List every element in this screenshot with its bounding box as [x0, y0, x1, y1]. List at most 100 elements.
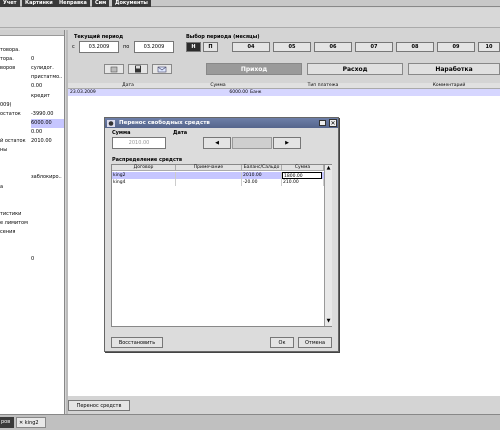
table-row[interactable]: king2 2010.00 1800.00	[112, 172, 324, 179]
period-mode-n-button[interactable]: Н	[186, 42, 201, 52]
list-item-label: сения	[0, 229, 16, 235]
table-row[interactable]: 23.03.2009 6000.00 Банк	[68, 89, 500, 96]
ok-button[interactable]: Ок	[270, 337, 294, 348]
row-sum[interactable]: 210.00	[282, 179, 324, 186]
list-item-value: 0.00	[31, 83, 43, 90]
menu-item-1[interactable]: Картинки	[22, 0, 56, 7]
list-item[interactable]: а	[0, 183, 64, 192]
tab-accrual[interactable]: Наработка	[408, 63, 500, 75]
list-item[interactable]: 0.00	[0, 128, 64, 137]
row-contract: king2	[112, 172, 176, 179]
list-item[interactable]: товора.	[0, 46, 64, 55]
sum-field[interactable]: 2010.00	[112, 137, 166, 149]
list-item-label: воров	[0, 65, 16, 72]
col-header-balance[interactable]: Баланс/Сальдо	[242, 165, 282, 171]
taskbar-left-item[interactable]: ров	[0, 417, 14, 428]
transfer-funds-button[interactable]: Перенос средств	[68, 400, 130, 411]
list-item-value: 6000.00	[31, 118, 64, 128]
month-07-button[interactable]: 07	[355, 42, 393, 52]
month-09-button[interactable]: 09	[437, 42, 475, 52]
list-item-value: сулидог.	[31, 65, 54, 72]
list-item-value: пристатмо..	[31, 74, 63, 81]
distribution-table: Договор Примечание Баланс/Сальдо Сумма k…	[111, 164, 332, 327]
list-item[interactable]: кредит	[0, 92, 64, 101]
row-sum-input[interactable]: 1800.00	[282, 172, 322, 179]
col-header-contract[interactable]: Договор	[112, 165, 176, 171]
restore-button[interactable]: Восстановить	[111, 337, 163, 348]
list-item[interactable]	[0, 155, 64, 164]
list-item-value: кредит	[31, 92, 50, 99]
period-to-prefix: по	[123, 44, 130, 50]
col-header-note[interactable]: Примечание	[176, 165, 242, 171]
eraser-icon	[110, 66, 118, 72]
left-info-panel: товора. тора. 0 воров сулидог. пристатмо.. 0.0…	[0, 30, 65, 414]
date-next-button[interactable]: ▶	[273, 137, 301, 149]
list-item[interactable]	[0, 201, 64, 210]
cancel-button[interactable]: Отмена	[298, 337, 332, 348]
taskbar: ров ✕ king2	[0, 414, 500, 430]
list-item[interactable]: заблокиро..	[0, 173, 64, 182]
list-item[interactable]: 009)	[0, 101, 64, 110]
list-item-value: 2010.00	[31, 138, 52, 144]
month-04-button[interactable]: 04	[232, 42, 270, 52]
list-item[interactable]: пристатмо..	[0, 73, 64, 82]
period-mode-p-button[interactable]: П	[203, 42, 218, 52]
row-contract: king4	[112, 179, 176, 186]
list-item[interactable]: сения	[0, 228, 64, 237]
list-item[interactable]: воров сулидог.	[0, 64, 64, 73]
dialog-close-icon[interactable]: ✕	[329, 119, 337, 127]
tab-income[interactable]: Приход	[206, 63, 302, 75]
list-item[interactable]: ны	[0, 146, 64, 155]
dialog-title: Перенос свободных средств	[119, 120, 210, 126]
period-select-label: Выбор периода (месяцы)	[186, 34, 260, 40]
maximize-icon[interactable]	[319, 120, 326, 126]
date-prev-button[interactable]: ◀	[203, 137, 231, 149]
dialog-title-bar[interactable]: Перенос свободных средств	[105, 118, 338, 128]
list-item[interactable]: тистики	[0, 210, 64, 219]
message-button[interactable]	[152, 64, 172, 74]
edit-button[interactable]	[104, 64, 124, 74]
table-scrollbar[interactable]: ▲ ▼	[324, 165, 332, 326]
grid-cell-sum: 6000.00	[229, 90, 248, 95]
list-item[interactable]: 6000.00	[0, 118, 64, 128]
month-10-button[interactable]: 10	[478, 42, 500, 52]
tab-expense[interactable]: Расход	[307, 63, 403, 75]
list-item-label: тистики	[0, 210, 22, 217]
list-item[interactable]	[0, 164, 64, 173]
list-item-value: заблокиро..	[31, 174, 62, 181]
close-icon[interactable]: ✕	[19, 420, 23, 426]
menu-item-4[interactable]: Документы	[112, 0, 151, 7]
list-item[interactable]	[0, 246, 64, 255]
month-08-button[interactable]: 08	[396, 42, 434, 52]
list-item[interactable]: й остаток 2010.00	[0, 137, 64, 146]
period-to-field[interactable]: 03.2009	[134, 41, 174, 53]
list-item[interactable]: остаток -3990.00	[0, 110, 64, 119]
menu-item-3[interactable]: Сим	[92, 0, 110, 7]
col-header-sum[interactable]: Сумма	[282, 165, 324, 171]
list-item[interactable]	[0, 237, 64, 246]
arrow-right-icon: ▶	[285, 140, 289, 146]
table-row[interactable]: king4 -20.00 210.00	[112, 179, 324, 186]
list-item[interactable]: 0.00	[0, 82, 64, 91]
list-item[interactable]: 0	[0, 255, 64, 264]
list-item-value: 0	[31, 56, 35, 63]
month-05-button[interactable]: 05	[273, 42, 311, 52]
row-note	[176, 172, 242, 179]
scroll-down-icon[interactable]: ▼	[325, 318, 332, 325]
menu-item-2[interactable]: Неправка	[56, 0, 90, 7]
list-item[interactable]: е лимитом	[0, 219, 64, 228]
period-from-field[interactable]: 03.2009	[79, 41, 119, 53]
list-item-label: 009)	[0, 101, 12, 108]
current-period-label: Текущий период	[74, 34, 124, 40]
toolbar	[0, 8, 500, 28]
menu-item-0[interactable]: Учет	[0, 0, 20, 7]
taskbar-tab[interactable]: ✕ king2	[16, 417, 46, 428]
month-06-button[interactable]: 06	[314, 42, 352, 52]
bottom-bar: Перенос средств	[68, 398, 500, 414]
list-item-label: остаток	[0, 110, 21, 117]
scroll-up-icon[interactable]: ▲	[325, 165, 332, 172]
list-item[interactable]	[0, 192, 64, 201]
distribution-table-header: Договор Примечание Баланс/Сальдо Сумма	[112, 165, 324, 171]
save-button[interactable]	[128, 64, 148, 74]
list-item[interactable]: тора. 0	[0, 55, 64, 64]
